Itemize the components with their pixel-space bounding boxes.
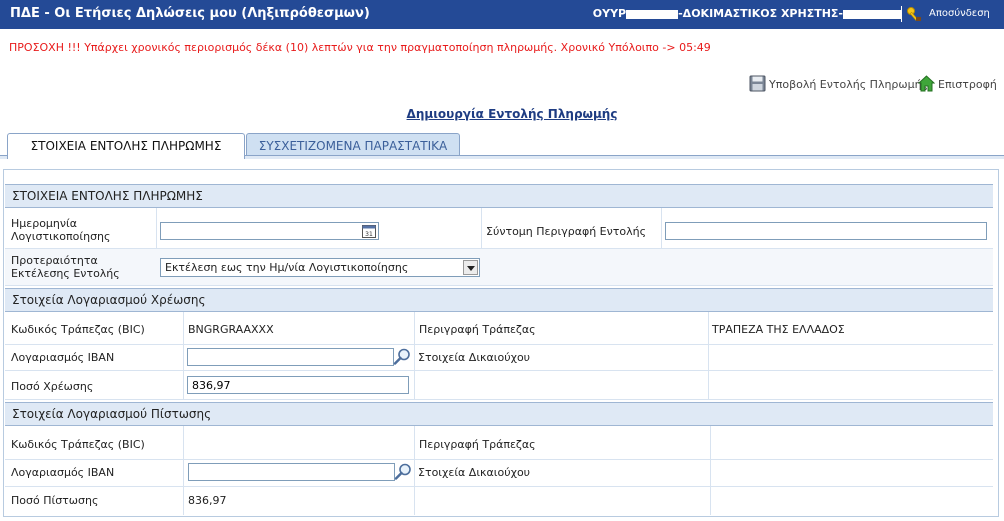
keys-icon[interactable] (905, 5, 923, 23)
col-divider (183, 312, 184, 400)
app-title: ΠΔΕ - Οι Ετήσιες Δηλώσεις μου (Ληξιπρόθε… (10, 6, 370, 21)
floppy-disk-icon (749, 75, 766, 92)
execution-priority-select[interactable]: Εκτέλεση εως την Ημ/νία Λογιστικοποίησης (160, 258, 480, 277)
credit-section-title: Στοιχεία Λογαριασμού Πίστωσης (12, 407, 212, 421)
order-section-title: ΣΤΟΙΧΕΙΑ ΕΝΤΟΛΗΣ ΠΛΗΡΩΜΗΣ (12, 189, 203, 203)
credit-bank-description-label: Περιγραφή Τράπεζας (419, 438, 536, 451)
credit-amount-value: 836,97 (188, 494, 227, 507)
execution-priority-value: Εκτέλεση εως την Ημ/νία Λογιστικοποίησης (165, 261, 409, 274)
accounting-date-input[interactable] (160, 222, 379, 240)
debit-section-title: Στοιχεία Λογαριασμού Χρέωσης (12, 293, 206, 307)
credit-beneficiary-label: Στοιχεία Δικαιούχου (418, 466, 531, 479)
credit-section-header: Στοιχεία Λογαριασμού Πίστωσης (5, 402, 993, 426)
row-divider (5, 285, 993, 286)
back-label: Επιστροφή (938, 78, 997, 91)
row-divider (5, 486, 993, 487)
top-bar: ΠΔΕ - Οι Ετήσιες Δηλώσεις μου (Ληξιπρόθε… (0, 0, 1004, 29)
tab-payment-order-details[interactable]: ΣΤΟΙΧΕΙΑ ΕΝΤΟΛΗΣ ΠΛΗΡΩΜΗΣ (7, 133, 245, 159)
debit-bic-label: Κωδικός Τράπεζας (BIC) (11, 323, 145, 336)
col-divider (183, 426, 184, 515)
debit-amount-label: Ποσό Χρέωσης (11, 380, 94, 393)
debit-iban-input[interactable] (187, 348, 394, 366)
order-section-header: ΣΤΟΙΧΕΙΑ ΕΝΤΟΛΗΣ ΠΛΗΡΩΜΗΣ (5, 184, 993, 208)
debit-section-header: Στοιχεία Λογαριασμού Χρέωσης (5, 288, 993, 312)
row-background (5, 249, 993, 285)
col-divider (414, 426, 415, 515)
user-info: ΟΥΥΡ -ΔΟΚΙΜΑΣΤΙΚΟΣ ΧΡΗΣΤΗΣ- (593, 7, 901, 20)
row-divider (5, 370, 993, 371)
magnifier-icon[interactable] (394, 462, 413, 481)
debit-beneficiary-label: Στοιχεία Δικαιούχου (418, 351, 531, 364)
credit-iban-label: Λογαριασμός IBAN (11, 466, 115, 479)
redacted-block (626, 9, 679, 19)
col-divider (708, 312, 709, 400)
col-divider (414, 312, 415, 400)
col-divider (710, 426, 711, 515)
user-role: -ΔΟΚΙΜΑΣΤΙΚΟΣ ΧΡΗΣΤΗΣ- (678, 7, 843, 20)
credit-amount-label: Ποσό Πίστωσης (11, 494, 99, 507)
execution-priority-label: Προτεραιότητα Εκτέλεσης Εντολής (11, 254, 120, 280)
credit-bic-label: Κωδικός Τράπεζας (BIC) (11, 438, 145, 451)
row-divider (5, 459, 993, 460)
row-divider (5, 344, 993, 345)
debit-iban-label: Λογαριασμός IBAN (11, 351, 115, 364)
user-prefix: ΟΥΥΡ (592, 7, 627, 20)
redacted-block (843, 9, 901, 19)
create-payment-order-link[interactable]: Δημιουργία Εντολής Πληρωμής (0, 107, 1004, 121)
credit-iban-input[interactable] (188, 463, 395, 481)
debit-bic-value: BNGRGRAAXXX (188, 323, 274, 336)
accounting-date-label: Ημερομηνία Λογιστικοποίησης (11, 217, 111, 243)
divider (901, 6, 902, 22)
submit-payment-order-label: Υποβολή Εντολής Πληρωμής (769, 78, 929, 91)
short-description-input[interactable] (665, 222, 987, 240)
short-description-label: Σύντομη Περιγραφή Εντολής (486, 225, 647, 238)
calendar-icon[interactable]: 31 (362, 224, 376, 238)
logout-link[interactable]: Αποσύνδεση (929, 8, 990, 19)
chevron-down-icon[interactable] (463, 260, 478, 275)
magnifier-icon[interactable] (393, 347, 412, 366)
home-icon (918, 75, 935, 92)
svg-text:31: 31 (365, 231, 373, 238)
debit-bank-description-label: Περιγραφή Τράπεζας (419, 323, 536, 336)
timeout-warning: ΠΡΟΣΟΧΗ !!! Υπάρχει χρονικός περιορισμός… (9, 41, 711, 54)
row-divider (5, 399, 993, 400)
debit-amount-input[interactable] (187, 376, 409, 394)
debit-bank-description-value: ΤΡΑΠΕΖΑ ΤΗΣ ΕΛΛΑΔΟΣ (712, 323, 845, 336)
